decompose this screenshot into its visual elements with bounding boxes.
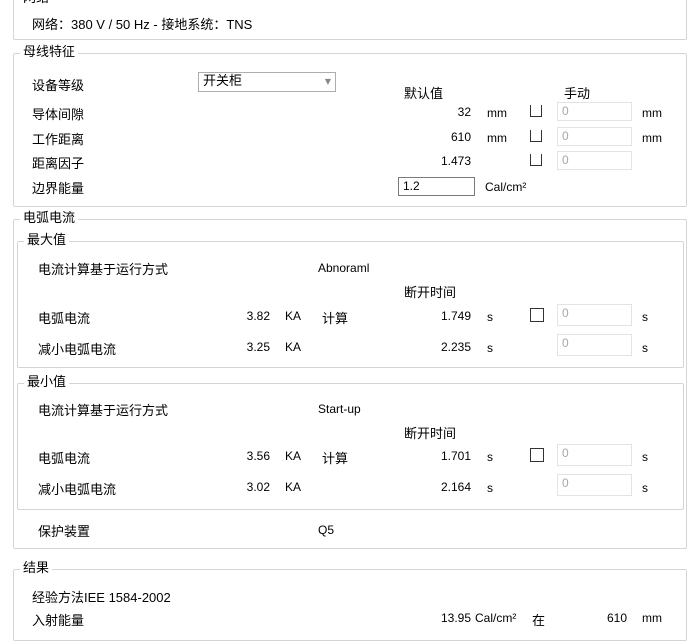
min-reduced-manual-input[interactable]: 0 [557, 474, 632, 496]
factor-manual-checkbox[interactable] [530, 154, 542, 166]
at-label: 在 [532, 614, 546, 629]
protection-value: Q5 [318, 523, 335, 537]
boundary-unit: Cal/cm² [485, 180, 527, 194]
min-reduced-unit: KA [285, 480, 302, 494]
at-distance-value: 610 [606, 611, 627, 625]
max-reduced-time: 2.235 [440, 340, 471, 354]
min-basis-value: Start-up [318, 402, 361, 416]
result-method: 经验方法IEE 1584-2002 [32, 590, 171, 605]
min-reduced-time-unit: s [487, 481, 493, 495]
gap-manual-input[interactable]: 0 [557, 102, 632, 121]
equipment-select[interactable]: 开关柜 ▼ [198, 72, 336, 92]
max-reduced-manual-unit: s [642, 341, 648, 355]
max-basis-value: Abnoraml [318, 261, 370, 275]
max-reduced-unit: KA [285, 340, 302, 354]
max-calc-label: 计算 [322, 312, 349, 327]
min-legend: 最小值 [24, 375, 70, 391]
busbar-legend: 母线特征 [20, 45, 79, 61]
network-legend: 网络 [20, 0, 53, 7]
gap-label: 导体间隙 [32, 108, 85, 123]
min-calc-label: 计算 [322, 452, 349, 467]
gap-default-value: 32 [457, 105, 471, 119]
min-reduced-label: 减小电弧电流 [38, 483, 117, 498]
incident-energy-label: 入射能量 [32, 614, 85, 629]
min-arc-unit: KA [285, 449, 302, 463]
distance-default-value: 610 [450, 130, 471, 144]
min-basis-label: 电流计算基于运行方式 [38, 404, 169, 419]
min-open-time-label: 断开时间 [404, 427, 457, 442]
equipment-select-value: 开关柜 [203, 74, 243, 89]
max-arc-time-unit: s [487, 310, 493, 324]
distance-unit: mm [487, 131, 507, 145]
min-arc-time-unit: s [487, 450, 493, 464]
min-arc-value: 3.56 [246, 449, 270, 463]
manual-column-header: 手动 [564, 87, 591, 102]
max-arc-manual-checkbox[interactable] [530, 308, 544, 322]
factor-manual-input[interactable]: 0 [557, 151, 632, 170]
max-reduced-value: 3.25 [246, 340, 270, 354]
result-legend: 结果 [20, 561, 53, 577]
max-arc-unit: KA [285, 309, 302, 323]
min-reduced-manual-unit: s [642, 481, 648, 495]
distance-manual-input[interactable]: 0 [557, 127, 632, 146]
max-arc-value: 3.82 [246, 309, 270, 323]
max-arc-manual-input[interactable]: 0 [557, 304, 632, 326]
max-open-time-label: 断开时间 [404, 286, 457, 301]
max-basis-label: 电流计算基于运行方式 [38, 263, 169, 278]
incident-energy-value: 13.95 [440, 611, 471, 625]
min-arc-time: 1.701 [440, 449, 471, 463]
min-reduced-value: 3.02 [246, 480, 270, 494]
max-arc-label: 电弧电流 [38, 312, 91, 327]
max-arc-manual-unit: s [642, 310, 648, 324]
max-legend: 最大值 [24, 233, 70, 249]
distance-manual-unit: mm [642, 131, 662, 145]
equipment-label: 设备等级 [32, 79, 85, 94]
chevron-down-icon: ▼ [324, 77, 331, 86]
arc-current-legend: 电弧电流 [20, 211, 79, 227]
distance-label: 工作距离 [32, 133, 85, 148]
boundary-label: 边界能量 [32, 182, 85, 197]
factor-default-value: 1.473 [440, 154, 471, 168]
min-arc-manual-checkbox[interactable] [530, 448, 544, 462]
protection-label: 保护装置 [38, 525, 91, 540]
network-info: 网络：380 V / 50 Hz - 接地系统：TNS [32, 17, 253, 32]
max-arc-time: 1.749 [440, 309, 471, 323]
gap-manual-unit: mm [642, 106, 662, 120]
factor-label: 距离因子 [32, 157, 85, 172]
gap-manual-checkbox[interactable] [530, 105, 542, 117]
min-reduced-time: 2.164 [440, 480, 471, 494]
gap-unit: mm [487, 106, 507, 120]
min-arc-manual-input[interactable]: 0 [557, 444, 632, 466]
distance-manual-checkbox[interactable] [530, 130, 542, 142]
min-arc-manual-unit: s [642, 450, 648, 464]
min-arc-label: 电弧电流 [38, 452, 91, 467]
max-reduced-time-unit: s [487, 341, 493, 355]
incident-energy-unit: Cal/cm² [475, 611, 517, 625]
max-reduced-manual-input[interactable]: 0 [557, 334, 632, 356]
boundary-energy-input[interactable]: 1.2 [398, 177, 475, 196]
at-distance-unit: mm [642, 611, 662, 625]
default-column-header: 默认值 [404, 87, 444, 102]
max-reduced-label: 减小电弧电流 [38, 343, 117, 358]
